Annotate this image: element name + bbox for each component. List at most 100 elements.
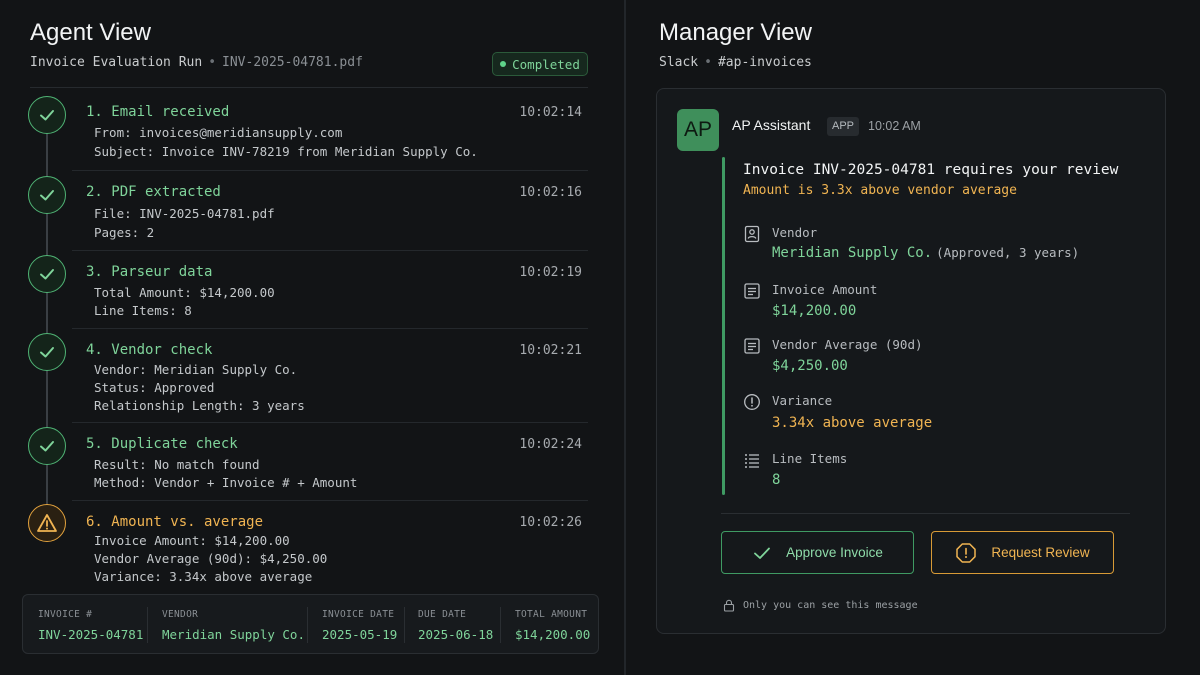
- privacy-note: Only you can see this message: [723, 599, 918, 612]
- step-detail: Result: No match found: [94, 457, 260, 472]
- step-time: 10:02:24: [519, 437, 582, 452]
- message-attachment-bar: [722, 157, 725, 495]
- check-icon: [28, 427, 66, 465]
- message-subtitle: Amount is 3.3x above vendor average: [743, 183, 1017, 198]
- summary-divider: [147, 607, 148, 643]
- average-label: Vendor Average (90d): [772, 337, 923, 352]
- slack-message-card: AP AP Assistant APP 10:02 AM Invoice INV…: [656, 88, 1166, 634]
- vendor-label: Vendor: [772, 225, 818, 240]
- step-detail: Variance: 3.34x above average: [94, 569, 313, 584]
- step-detail: Relationship Length: 3 years: [94, 398, 305, 413]
- step-detail: Method: Vendor + Invoice # + Amount: [94, 475, 358, 490]
- summary-value: 2025-06-18: [418, 627, 494, 642]
- sender-name[interactable]: AP Assistant: [732, 117, 810, 133]
- channel-subtitle: Slack • #ap-invoices: [659, 55, 812, 70]
- variance-label: Variance: [772, 393, 833, 408]
- step-detail: Total Amount: $14,200.00: [94, 285, 275, 300]
- step-time: 10:02:16: [519, 185, 582, 200]
- agent-view-title: Agent View: [30, 19, 151, 46]
- status-badge: Completed: [492, 52, 588, 76]
- channel-name: #ap-invoices: [717, 55, 812, 70]
- average-value: $4,250.00: [772, 358, 848, 374]
- line-items-value: 8: [772, 472, 781, 488]
- summary-divider: [500, 607, 501, 643]
- card-divider: [721, 513, 1130, 514]
- step-title: 5. Duplicate check: [86, 436, 238, 452]
- timeline-step: 2. PDF extracted 10:02:16 File: INV-2025…: [72, 170, 588, 250]
- vendor-badge-icon: [744, 225, 760, 243]
- check-icon: [28, 176, 66, 214]
- warning-icon: [28, 504, 66, 542]
- summary-label: VENDOR: [162, 609, 199, 620]
- step-title: 6. Amount vs. average: [86, 514, 264, 530]
- alert-octagon-icon: [956, 542, 977, 563]
- status-dot-icon: [500, 61, 507, 67]
- message-title: Invoice INV-2025-04781 requires your rev…: [743, 162, 1119, 178]
- variance-value: 3.34x above average: [772, 415, 933, 431]
- step-detail: Invoice Amount: $14,200.00: [94, 533, 290, 548]
- status-badge-label: Completed: [512, 56, 580, 72]
- step-detail: From: invoices@meridiansupply.com: [94, 125, 343, 140]
- step-detail: Pages: 2: [94, 225, 155, 240]
- step-title: 1. Email received: [86, 104, 230, 120]
- summary-label: INVOICE DATE: [322, 609, 395, 620]
- app-tag: APP: [827, 117, 860, 136]
- amount-label: Invoice Amount: [772, 282, 878, 297]
- check-icon: [28, 255, 66, 293]
- check-icon: [28, 333, 66, 371]
- step-title: 2. PDF extracted: [86, 184, 221, 200]
- invoice-summary: INVOICE # INV-2025-04781 VENDOR Meridian…: [22, 594, 599, 654]
- header-divider: [30, 87, 588, 88]
- step-detail: Line Items: 8: [94, 303, 192, 318]
- timeline-step: 1. Email received 10:02:14 From: invoice…: [72, 90, 588, 170]
- step-detail: Subject: Invoice INV-78219 from Meridian…: [94, 144, 478, 159]
- timeline-step: 4. Vendor check 10:02:21 Vendor: Meridia…: [72, 328, 588, 422]
- step-time: 10:02:26: [519, 515, 582, 530]
- message-time[interactable]: 10:02 AM: [868, 119, 921, 133]
- step-detail: Vendor Average (90d): $4,250.00: [94, 551, 328, 566]
- check-icon: [754, 547, 770, 559]
- line-items-label: Line Items: [772, 451, 848, 466]
- run-file: INV-2025-04781.pdf: [222, 55, 363, 70]
- step-time: 10:02:21: [519, 343, 582, 358]
- timeline-step: 6. Amount vs. average 10:02:26 Invoice A…: [72, 500, 588, 588]
- approve-button-label: Approve Invoice: [786, 545, 883, 560]
- step-detail: Status: Approved: [94, 380, 215, 395]
- step-time: 10:02:19: [519, 265, 582, 280]
- check-icon: [28, 96, 66, 134]
- step-title: 4. Vendor check: [86, 342, 213, 358]
- channel-app: Slack: [659, 55, 699, 70]
- summary-value: INV-2025-04781: [38, 627, 144, 642]
- document-icon: [744, 283, 760, 299]
- lock-icon: [723, 599, 735, 612]
- avatar: AP: [677, 109, 719, 151]
- review-button-label: Request Review: [991, 545, 1090, 560]
- run-name: Invoice Evaluation Run: [30, 55, 203, 70]
- summary-label: TOTAL AMOUNT: [515, 609, 588, 620]
- step-time: 10:02:14: [519, 105, 582, 120]
- step-title: 3. Parseur data: [86, 264, 213, 280]
- summary-divider: [404, 607, 405, 643]
- summary-label: INVOICE #: [38, 609, 93, 620]
- privacy-text: Only you can see this message: [743, 600, 918, 611]
- approve-invoice-button[interactable]: Approve Invoice: [721, 531, 914, 574]
- list-icon: [745, 454, 759, 468]
- vendor-note: (Approved, 3 years): [936, 245, 1080, 260]
- manager-view-panel: Manager View Slack • #ap-invoices AP AP As…: [626, 0, 1200, 675]
- summary-value: $14,200.00: [515, 627, 591, 642]
- vendor-value: Meridian Supply Co. (Approved, 3 years): [772, 245, 1079, 261]
- summary-value: 2025-05-19: [322, 627, 398, 642]
- summary-divider: [307, 607, 308, 643]
- summary-value: Meridian Supply Co.: [162, 627, 305, 642]
- alert-circle-icon: [744, 394, 760, 410]
- request-review-button[interactable]: Request Review: [931, 531, 1114, 574]
- amount-value: $14,200.00: [772, 303, 857, 319]
- timeline-step: 3. Parseur data 10:02:19 Total Amount: $…: [72, 250, 588, 328]
- step-detail: File: INV-2025-04781.pdf: [94, 206, 275, 221]
- run-subtitle: Invoice Evaluation Run • INV-2025-04781.pd…: [30, 55, 363, 70]
- step-detail: Vendor: Meridian Supply Co.: [94, 362, 298, 377]
- manager-view-title: Manager View: [659, 19, 812, 46]
- timeline-step: 5. Duplicate check 10:02:24 Result: No m…: [72, 422, 588, 500]
- agent-view-panel: Agent View Invoice Evaluation Run • INV-20…: [0, 0, 624, 675]
- document-icon: [744, 338, 760, 354]
